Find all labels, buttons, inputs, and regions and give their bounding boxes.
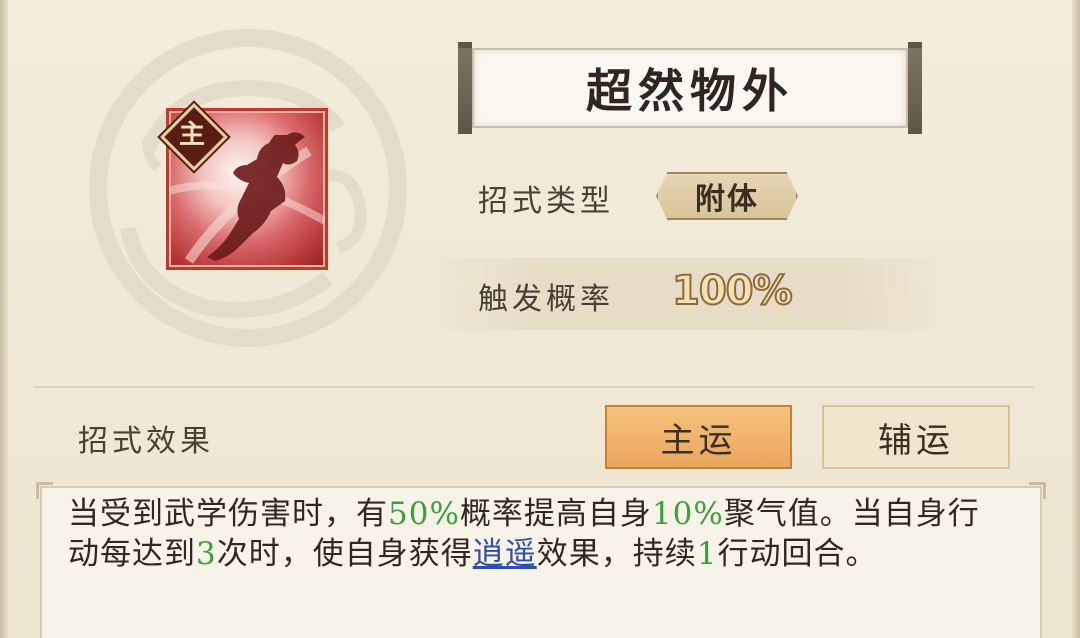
skill-type-label: 招式类型	[478, 184, 614, 219]
desc-value-chance: 50%	[388, 496, 460, 532]
tab-assist-run[interactable]: 辅运	[822, 405, 1010, 469]
desc-text-2: 概率提高自身	[459, 496, 652, 532]
tab-main-run[interactable]: 主运	[605, 405, 792, 469]
skill-detail-panel: 主 超然物外 招式类型 附体 触发概率 100% 招式效果 主运 辅运 当受到武…	[0, 0, 1080, 638]
desc-value-energy: 10%	[651, 496, 724, 532]
section-divider	[34, 386, 1034, 388]
main-skill-badge: 主	[160, 103, 228, 171]
trigger-rate-label: 触发概率	[478, 282, 614, 317]
effect-section-label: 招式效果	[78, 424, 214, 459]
desc-text-6: 行动回合。	[717, 536, 878, 572]
skill-type-badge: 附体	[656, 172, 798, 220]
skill-name: 超然物外	[586, 64, 794, 118]
trigger-rate-value: 100%	[671, 267, 794, 315]
desc-value-duration: 1	[696, 536, 718, 572]
desc-text-4: 次时，使自身获得	[216, 536, 473, 572]
panel-right-edge	[1072, 0, 1080, 638]
desc-text-5: 效果，持续	[536, 536, 697, 572]
desc-text-1: 当受到武学伤害时，有	[68, 496, 388, 532]
status-link-xiaoyao[interactable]: 逍遥	[473, 536, 537, 572]
skill-title-plate: 超然物外	[458, 42, 922, 134]
main-badge-text: 主	[178, 120, 205, 150]
effect-description: 当受到武学伤害时，有50%概率提高自身10%聚气值。当自身行动每达到3次时，使自…	[68, 494, 1008, 574]
panel-left-edge	[0, 0, 8, 638]
desc-value-actions: 3	[196, 536, 217, 572]
